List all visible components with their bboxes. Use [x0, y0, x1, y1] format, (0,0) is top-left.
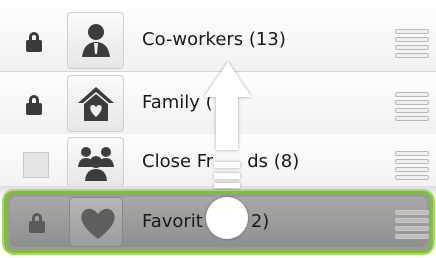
coworker-person-icon — [82, 24, 110, 57]
group-avatar-close-friends — [67, 137, 124, 187]
group-row-favorites-dragging[interactable]: Favorit 2) — [4, 191, 433, 253]
group-label: Close Fr ds (8) — [142, 151, 299, 172]
group-row-close-friends[interactable]: Close Fr ds (8) — [0, 134, 436, 190]
group-label-part: 2) — [250, 211, 270, 232]
group-avatar-family — [67, 75, 124, 132]
group-label: Co-workers (13) — [142, 29, 286, 50]
group-label-part: Favorit — [142, 211, 203, 232]
group-avatar-favorites — [69, 197, 123, 247]
group-list: Co-workers (13) Family (Close Fr ds (8)… — [0, 0, 436, 258]
lock-icon — [26, 95, 46, 115]
drag-handle-icon[interactable] — [395, 29, 429, 58]
drag-handle-icon[interactable] — [395, 92, 429, 121]
lock-icon — [29, 213, 49, 233]
lock-icon — [26, 32, 46, 52]
group-row-family[interactable]: Family ( — [0, 72, 436, 135]
close-friends-group-icon — [78, 147, 114, 181]
group-label-part: Close Fr — [142, 151, 214, 172]
drag-handle-icon[interactable] — [395, 151, 429, 180]
group-row-coworkers[interactable]: Co-workers (13) — [0, 9, 436, 72]
list-top-edge — [0, 0, 436, 9]
unlocked-checkbox[interactable] — [23, 152, 49, 178]
family-house-icon — [78, 87, 114, 121]
group-avatar-coworkers — [67, 12, 124, 69]
drag-handle-icon[interactable] — [395, 210, 429, 239]
group-label: Favorit 2) — [142, 211, 269, 232]
group-label-part: ds (8) — [247, 151, 300, 172]
group-label: Family ( — [142, 92, 213, 113]
heart-icon — [81, 208, 115, 239]
